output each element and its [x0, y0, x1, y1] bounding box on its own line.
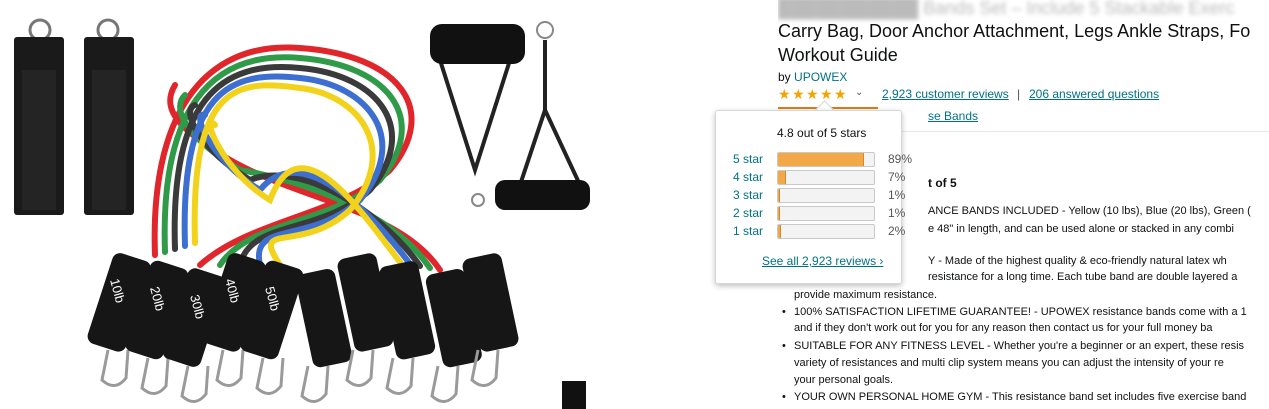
percentage-bar — [777, 206, 875, 221]
histogram-row[interactable]: 3 star 1% — [733, 188, 906, 203]
percentage-text: 7% — [888, 170, 906, 184]
product-title-line-3: Workout Guide — [778, 45, 898, 65]
related-link[interactable]: se Bands — [928, 109, 978, 123]
star-level-link[interactable]: 1 star — [733, 224, 763, 238]
percentage-bar — [777, 152, 875, 167]
percentage-fill — [778, 207, 780, 220]
star-icon: ★ — [806, 86, 819, 102]
section-heading: t of 5 — [928, 176, 957, 190]
percentage-fill — [778, 153, 865, 166]
histogram-row[interactable]: 2 star 1% — [733, 206, 906, 221]
percentage-bar — [777, 188, 875, 203]
percentage-text: 2% — [888, 224, 906, 238]
percentage-text: 1% — [888, 188, 906, 202]
chevron-down-icon[interactable]: ⌄ — [855, 87, 863, 98]
percentage-text: 89% — [888, 152, 913, 166]
product-title-line-1: ███████████ Bands Set – Include 5 Stacka… — [778, 0, 1235, 18]
see-all-reviews-link[interactable]: See all 2,923 reviews › — [762, 254, 883, 268]
ankle-strap-left — [14, 18, 64, 215]
percentage-bar — [777, 224, 875, 239]
thumbnail-dark — [562, 381, 586, 409]
customer-reviews-link[interactable]: 2,923 customer reviews — [882, 87, 1009, 101]
histogram-row[interactable]: 4 star 7% — [733, 170, 906, 185]
separator: | — [1017, 87, 1021, 101]
byline: by UPOWEX — [778, 70, 848, 84]
percentage-fill — [778, 189, 780, 202]
rating-summary: 4.8 out of 5 stars — [777, 126, 867, 140]
rating-histogram-popover: 4.8 out of 5 stars 5 star 89% 4 star 7% 3 st… — [715, 110, 912, 284]
star-icon: ★ — [792, 86, 805, 102]
percentage-text: 1% — [888, 206, 906, 220]
star-icon: ★ — [834, 86, 847, 102]
ankle-strap-right — [84, 18, 134, 215]
product-image[interactable]: 10lb 20lb 30lb 40lb 50lb — [0, 0, 610, 409]
histogram-row[interactable]: 1 star 2% — [733, 224, 906, 239]
product-title-line-2: Carry Bag, Door Anchor Attachment, Legs … — [778, 21, 1251, 41]
brand-link[interactable]: UPOWEX — [794, 70, 847, 84]
percentage-fill — [778, 225, 781, 238]
answered-questions-link[interactable]: 206 answered questions — [1029, 87, 1159, 101]
star-level-link[interactable]: 5 star — [733, 152, 763, 166]
percentage-bar — [777, 170, 875, 185]
histogram-row[interactable]: 5 star 89% — [733, 152, 912, 167]
star-level-link[interactable]: 3 star — [733, 188, 763, 202]
star-level-link[interactable]: 2 star — [733, 206, 763, 220]
star-rating[interactable]: ★ ★ ★ ★ ★ — [778, 87, 850, 101]
resistance-bands-image: 10lb 20lb 30lb40lb 50lb — [14, 18, 590, 403]
star-level-link[interactable]: 4 star — [733, 170, 763, 184]
percentage-fill — [778, 171, 786, 184]
door-handles — [430, 21, 590, 210]
ratings-row: ★ ★ ★ ★ ★ ⌄ 2,923 customer reviews | 206 ans… — [778, 87, 1269, 103]
star-icon: ★ — [778, 86, 791, 102]
star-icon: ★ — [820, 86, 833, 102]
